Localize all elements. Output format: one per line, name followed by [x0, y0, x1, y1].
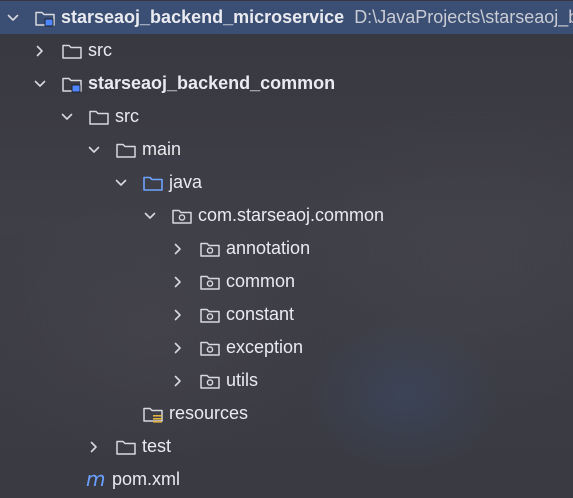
tree-item-label: starseaoj_backend_microservice [61, 7, 345, 27]
tree-item-label: src [115, 106, 139, 126]
tree-item-label: constant [226, 304, 295, 324]
tree-item-main[interactable]: main [0, 133, 573, 166]
tree-item-label: test [142, 436, 172, 456]
folder-icon [61, 41, 83, 61]
tree-item-label: common [226, 271, 296, 291]
svg-text:m: m [86, 467, 105, 491]
tree-item-label: exception [226, 337, 304, 357]
tree-item-src-root[interactable]: src [0, 34, 573, 67]
tree-item-com-starseaoj-common[interactable]: com.starseaoj.common [0, 199, 573, 232]
folder-icon [115, 437, 137, 457]
package-icon [199, 239, 221, 259]
package-icon [171, 206, 193, 226]
tree-item-constant[interactable]: constant [0, 298, 573, 331]
tree-item-test[interactable]: test [0, 430, 573, 463]
tree-item-label: resources [169, 403, 249, 423]
chevron-right-icon[interactable] [171, 308, 185, 322]
project-tree: starseaoj_backend_microservice D:\JavaPr… [0, 0, 573, 498]
tree-item-label: utils [226, 370, 259, 390]
tree-item-label: main [142, 139, 182, 159]
tree-item-java[interactable]: java [0, 166, 573, 199]
chevron-down-icon[interactable] [114, 176, 128, 190]
tree-item-label: com.starseaoj.common [198, 205, 385, 225]
source-root-folder-icon [142, 173, 164, 193]
chevron-right-icon[interactable] [171, 341, 185, 355]
package-icon [199, 371, 221, 391]
tree-item-starseaoj-backend-common[interactable]: starseaoj_backend_common [0, 67, 573, 100]
tree-item-resources[interactable]: resources [0, 397, 573, 430]
chevron-right-icon[interactable] [171, 374, 185, 388]
tree-item-label: annotation [226, 238, 311, 258]
module-folder-icon [34, 8, 56, 28]
module-folder-icon [61, 74, 83, 94]
package-icon [199, 338, 221, 358]
chevron-down-icon[interactable] [33, 77, 47, 91]
chevron-down-icon[interactable] [60, 110, 74, 124]
tree-item-src[interactable]: src [0, 100, 573, 133]
chevron-down-icon[interactable] [6, 11, 20, 25]
folder-icon [115, 140, 137, 160]
resources-folder-icon [142, 404, 164, 424]
maven-icon: m [85, 467, 107, 491]
tree-item-exception[interactable]: exception [0, 331, 573, 364]
tree-item-common[interactable]: common [0, 265, 573, 298]
tree-item-label: starseaoj_backend_common [88, 73, 336, 93]
tree-item-label: pom.xml [112, 469, 181, 489]
chevron-down-icon[interactable] [143, 209, 157, 223]
chevron-right-icon[interactable] [171, 275, 185, 289]
tree-item-starseaoj-backend-microservice[interactable]: starseaoj_backend_microservice D:\JavaPr… [0, 1, 573, 34]
chevron-right-icon[interactable] [33, 44, 47, 58]
tree-item-utils[interactable]: utils [0, 364, 573, 397]
chevron-down-icon[interactable] [87, 143, 101, 157]
module-path: D:\JavaProjects\starseaoj_b [354, 7, 573, 27]
tree-item-label: java [169, 172, 203, 192]
tree-item-annotation[interactable]: annotation [0, 232, 573, 265]
chevron-right-icon[interactable] [87, 440, 101, 454]
tree-item-label: src [88, 40, 112, 60]
chevron-right-icon[interactable] [171, 242, 185, 256]
package-icon [199, 305, 221, 325]
tree-item-pom-xml[interactable]: m pom.xml [0, 463, 573, 496]
folder-icon [88, 107, 110, 127]
package-icon [199, 272, 221, 292]
